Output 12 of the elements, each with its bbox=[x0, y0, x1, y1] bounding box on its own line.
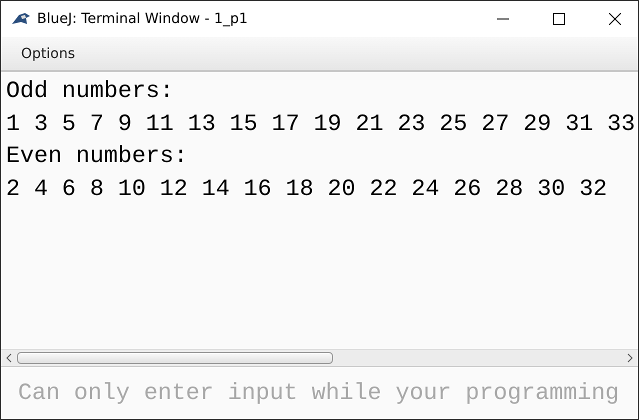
output-line: Odd numbers: bbox=[6, 77, 174, 106]
menu-item[interactable]: Options bbox=[21, 46, 76, 62]
close-icon bbox=[609, 13, 621, 25]
output-line: Even numbers: bbox=[6, 142, 188, 171]
output-line: 1 3 5 7 9 11 13 15 17 19 21 23 25 27 29 31 33 bbox=[6, 110, 636, 138]
scrollbar-thumb[interactable] bbox=[17, 352, 333, 364]
scroll-right-icon[interactable] bbox=[625, 353, 635, 363]
output-line: 2 4 6 8 10 12 14 16 18 20 22 24 26 28 30 32 bbox=[6, 174, 608, 204]
window-title: BlueJ: Terminal Window - 1_p1 bbox=[37, 11, 249, 27]
maximize-icon bbox=[553, 13, 565, 25]
bird-icon bbox=[11, 11, 31, 27]
scroll-left-icon[interactable] bbox=[4, 353, 14, 363]
